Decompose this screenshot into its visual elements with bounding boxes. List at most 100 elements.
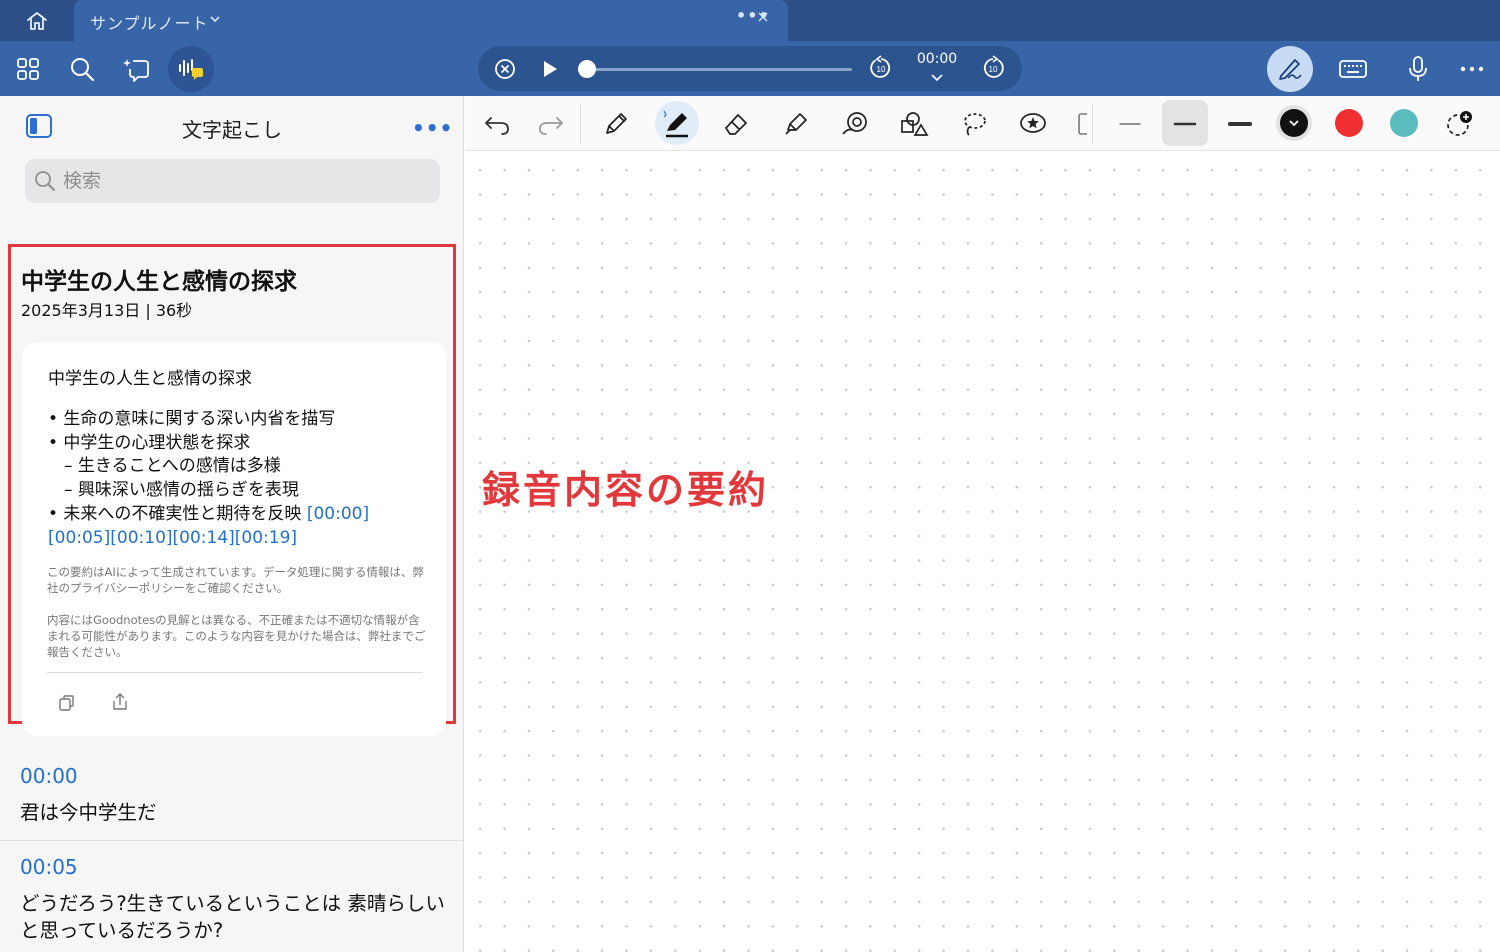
- accuracy-disclaimer: 内容にはGoodnotesの見解とは異なる、不正確または不適切な情報が含まれる可…: [47, 613, 426, 659]
- summary-meta: 2025年3月13日 | 36秒: [21, 301, 193, 320]
- summary-highlight-box: 中学生の人生と感情の探求 2025年3月13日 | 36秒 中学生の人生と感情の…: [8, 244, 456, 736]
- pen-mode-button[interactable]: [1267, 46, 1313, 92]
- audio-player: 10 00:00 10: [478, 46, 1022, 91]
- timestamp-link[interactable]: [00:00]: [307, 504, 369, 524]
- home-button[interactable]: [0, 0, 74, 41]
- lasso-icon: [964, 113, 986, 136]
- keyboard-icon: [1339, 59, 1367, 78]
- redo-button[interactable]: [531, 104, 571, 144]
- home-icon: [27, 11, 47, 30]
- ai-disclaimer: この要約はAIによって生成されています。データ処理に関する情報は、弊社のプライバ…: [47, 565, 424, 595]
- summary-bullet: • 中学生の心理状態を探求: [48, 432, 251, 453]
- add-color-icon: [1447, 111, 1472, 136]
- share-icon[interactable]: [110, 692, 130, 712]
- ai-sparkle-icon: [123, 58, 149, 82]
- chevron-down-icon[interactable]: [209, 13, 221, 25]
- transcription-icon-wrap: [169, 41, 213, 96]
- more-tools-button[interactable]: [1067, 104, 1087, 144]
- note-canvas[interactable]: [465, 151, 1500, 952]
- toolbar-separator: [580, 104, 581, 144]
- transcription-sidebar: 文字起こし ••• 中学生の人生と感情の探求 2025年3月13日 | 36秒 …: [0, 96, 464, 952]
- summary-bullet: • 生命の意味に関する深い内省を描写: [48, 409, 336, 429]
- pen-hand-icon: [1279, 59, 1302, 80]
- playback-thumb[interactable]: [578, 60, 596, 78]
- eraser-button[interactable]: [716, 104, 756, 144]
- transcription-icon: [179, 58, 203, 80]
- shape-button[interactable]: [835, 104, 875, 144]
- summary-card: 中学生の人生と感情の探求 • 生命の意味に関する深い内省を描写 • 中学生の心理…: [22, 342, 446, 736]
- redo-icon: [539, 117, 563, 135]
- color-black-swatch[interactable]: [1280, 109, 1308, 137]
- playback-time: 00:00: [916, 51, 958, 67]
- sidebar-title: 文字起こし: [182, 118, 282, 142]
- pencil-icon: [606, 113, 627, 134]
- search-icon: [35, 171, 55, 191]
- transcript-divider: [0, 840, 464, 841]
- stop-circle-icon[interactable]: [494, 58, 516, 80]
- svg-text:10: 10: [877, 65, 886, 74]
- timestamp-links[interactable]: [00:05][00:10][00:14][00:19]: [48, 527, 438, 551]
- summary-subbullet: – 生きることへの感情は多様: [64, 456, 281, 477]
- playback-track[interactable]: [586, 68, 852, 71]
- elements-icon: [901, 112, 929, 136]
- app-window: サンプルノート ••• 10 00:00 10 文字起こし ••• 検索 中学生…: [0, 0, 1500, 952]
- sticker-icon: [1020, 113, 1046, 133]
- eraser-icon: [725, 114, 747, 135]
- undo-button[interactable]: [477, 104, 517, 144]
- annotation-label: 録音内容の要約: [482, 468, 770, 512]
- toolbar-separator: [1092, 104, 1093, 144]
- stroke-thin-button[interactable]: [1110, 104, 1150, 144]
- tab-sample-note[interactable]: サンプルノート •••: [74, 0, 788, 41]
- summary-card-title: 中学生の人生と感情の探求: [48, 369, 252, 389]
- elements-button[interactable]: [894, 104, 934, 144]
- transcript-text: 君は今中学生だ: [20, 801, 157, 824]
- ai-button[interactable]: [114, 41, 158, 96]
- summary-title: 中学生の人生と感情の探求: [21, 269, 297, 295]
- play-icon[interactable]: [540, 58, 560, 80]
- shape-icon: [842, 112, 867, 135]
- search-icon: [71, 57, 95, 81]
- color-red-swatch[interactable]: [1335, 109, 1363, 137]
- keyboard-button[interactable]: [1331, 41, 1375, 96]
- transcript-time[interactable]: 00:05: [20, 855, 78, 879]
- microphone-icon: [1409, 55, 1427, 81]
- color-teal-swatch[interactable]: [1390, 109, 1418, 137]
- card-divider: [47, 672, 423, 673]
- microphone-button[interactable]: [1396, 41, 1440, 96]
- sidebar-more-button[interactable]: •••: [412, 116, 453, 140]
- transcript-text: どうだろう?生きているということは 素晴らしいと思っているだろうか?: [20, 892, 445, 942]
- more-button[interactable]: [1450, 41, 1494, 96]
- highlighter-icon: [785, 113, 807, 135]
- chevron-down-icon[interactable]: [930, 73, 944, 83]
- more-icon: [1460, 66, 1484, 71]
- lasso-button[interactable]: [954, 104, 994, 144]
- transcript-time[interactable]: 00:00: [20, 764, 78, 788]
- main-toolbar: 10 00:00 10: [0, 41, 1500, 96]
- summary-bullet: • 未来への不確実性と期待を反映: [48, 503, 302, 524]
- grid-button[interactable]: [6, 41, 50, 96]
- search-button[interactable]: [60, 41, 104, 96]
- stroke-thick-icon: [1228, 122, 1252, 126]
- tab-bar: サンプルノート •••: [0, 0, 1500, 41]
- summary-bullet-line: • 未来への不確実性と期待を反映 [00:00]: [48, 503, 438, 527]
- drawing-toolbar: [465, 96, 1500, 151]
- summary-subbullet: – 興味深い感情の揺らぎを表現: [64, 480, 299, 501]
- pencil-button[interactable]: [596, 104, 636, 144]
- highlighter-button[interactable]: [776, 104, 816, 144]
- add-color-button[interactable]: [1439, 104, 1479, 144]
- forward-10-icon[interactable]: 10: [980, 55, 1006, 81]
- close-icon[interactable]: [758, 12, 768, 22]
- rewind-10-icon[interactable]: 10: [868, 55, 894, 81]
- sticker-button[interactable]: [1013, 104, 1053, 144]
- stroke-medium-icon: [1173, 122, 1197, 126]
- clipboard-icon: [1078, 113, 1087, 135]
- stroke-thick-button[interactable]: [1220, 104, 1260, 144]
- grid-icon: [17, 57, 39, 80]
- tab-title: サンプルノート: [90, 14, 209, 33]
- fountain-pen-button[interactable]: [657, 104, 697, 144]
- search-input[interactable]: [63, 166, 423, 196]
- chevron-down-icon: [1289, 120, 1299, 127]
- stroke-medium-button[interactable]: [1165, 104, 1205, 144]
- copy-icon[interactable]: [58, 694, 76, 712]
- summary-card-body: • 生命の意味に関する深い内省を描写 • 中学生の心理状態を探求 – 生きること…: [48, 408, 438, 550]
